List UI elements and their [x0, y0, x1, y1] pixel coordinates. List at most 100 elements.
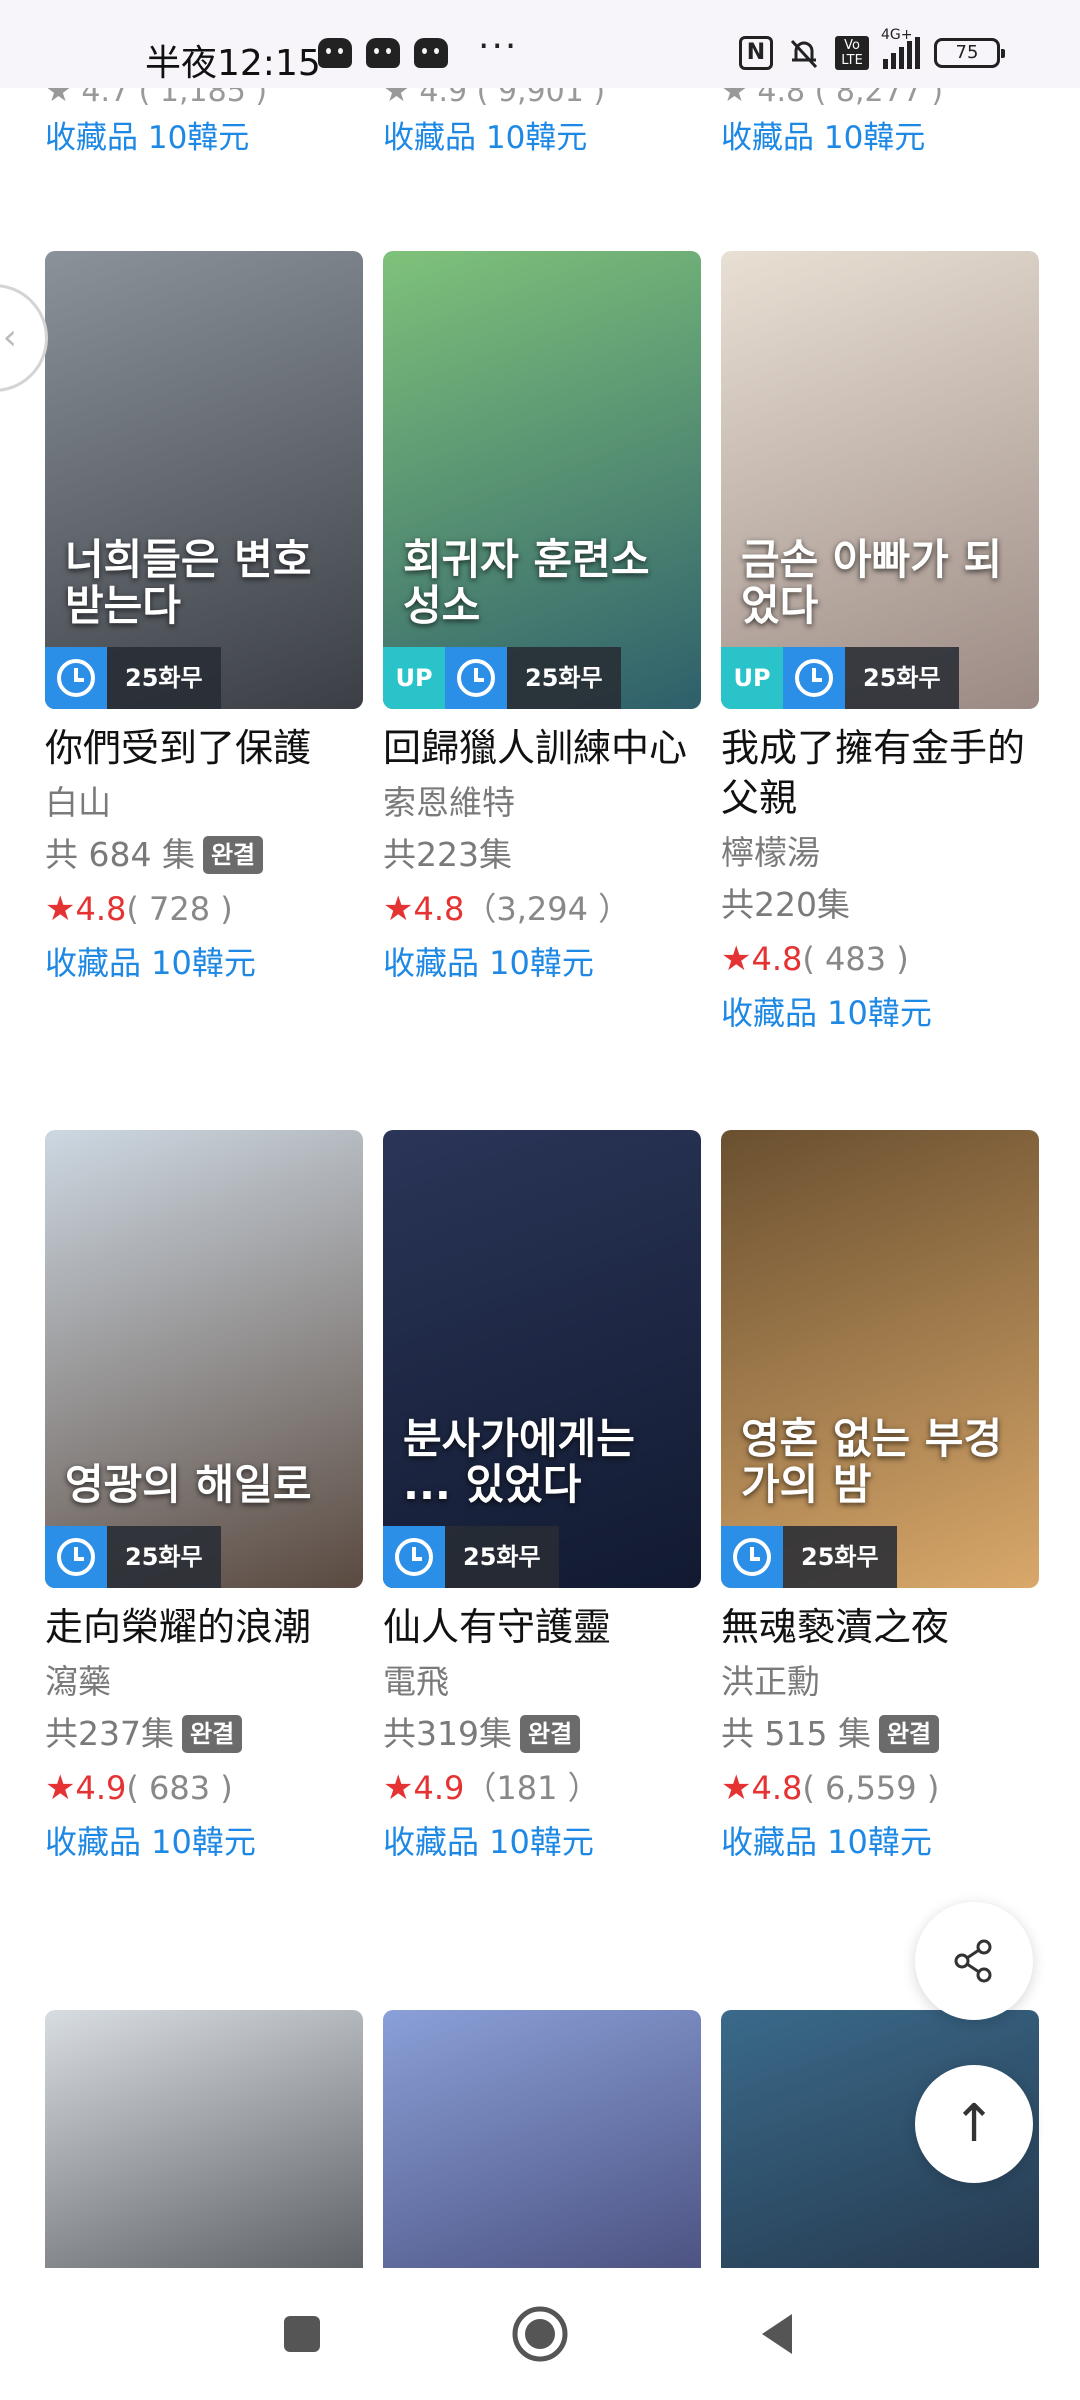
volte-icon: Vo LTE: [835, 36, 869, 70]
signal-icon: 4G+: [881, 27, 920, 69]
rating-score: 4.8: [751, 1769, 803, 1807]
novel-author: 洪正勳: [721, 1662, 820, 1701]
novel-card[interactable]: [383, 2010, 701, 2268]
cover-badges: 25화무: [45, 1526, 221, 1588]
rating: ★4.8（3,294 ）: [383, 887, 701, 931]
cover-image[interactable]: [383, 2010, 701, 2268]
battery-icon: 75: [934, 38, 1005, 68]
collect-price-link[interactable]: 收藏品 10韓元: [383, 1820, 701, 1864]
collect-price-link[interactable]: 收藏品 10韓元: [721, 112, 925, 157]
cover-art: [383, 1130, 701, 1588]
recents-button[interactable]: [270, 2302, 334, 2366]
novel-card[interactable]: 분사가에게는 ... 있었다 25화무 仙人有守護靈 電飛 共319集 완결 ★…: [383, 1130, 701, 1864]
cover-art: [45, 2010, 363, 2268]
cover-art: [721, 1130, 1039, 1588]
cover-image[interactable]: 너희들은 변호받는다 25화무: [45, 251, 363, 709]
cover-title-art: 영혼 없는 부경가의 밤: [741, 1413, 1003, 1509]
cover-art: [721, 251, 1039, 709]
rating: ★ 4.7 ( 1,185 ): [45, 88, 268, 109]
novel-title[interactable]: 仙人有守護靈: [383, 1602, 701, 1652]
episode-count: 共223集: [383, 833, 701, 877]
home-button[interactable]: [508, 2302, 572, 2366]
rating: ★4.8( 483 ): [721, 937, 1039, 981]
novel-title[interactable]: 無魂褻瀆之夜: [721, 1602, 1039, 1652]
scroll-to-top-button[interactable]: ↑: [915, 2065, 1033, 2183]
novel-card[interactable]: 금손 아빠가 되었다 UP 25화무 我成了擁有金手的父親 檸檬湯 共220集 …: [721, 251, 1039, 1035]
episode-count-text: 共223集: [383, 835, 512, 874]
cover-title-art: 금손 아빠가 되었다: [741, 534, 1003, 630]
novel-card[interactable]: 너희들은 변호받는다 25화무 你們受到了保護 白山 共 684 集 완결 ★4…: [45, 251, 363, 985]
free-episodes-badge: 25화무: [445, 1526, 559, 1588]
bell-muted-icon: [787, 36, 821, 70]
cover-image[interactable]: 회귀자 훈련소 성소 UP 25화무: [383, 251, 701, 709]
game-controller-icon-2: [414, 38, 448, 68]
review-count: ( 728 ): [126, 890, 233, 928]
status-time: 半夜12:15: [145, 43, 321, 84]
more-notifications-icon: ···: [478, 26, 519, 67]
review-count: ( 683 ): [126, 1769, 233, 1807]
star-icon: ★: [45, 889, 76, 929]
novel-card[interactable]: 영혼 없는 부경가의 밤 25화무 無魂褻瀆之夜 洪正勳 共 515 集 완결 …: [721, 1130, 1039, 1864]
star-icon: ★: [383, 889, 414, 929]
novel-card[interactable]: [45, 2010, 363, 2268]
cover-title-art: 너희들은 변호받는다: [65, 534, 312, 630]
cover-art: [383, 2010, 701, 2268]
episode-count-text: 共220集: [721, 885, 850, 924]
free-episodes-badge: 25화무: [107, 647, 221, 709]
novel-author: 瀉藥: [45, 1662, 111, 1701]
novel-title[interactable]: 我成了擁有金手的父親: [721, 723, 1039, 823]
collect-price-link[interactable]: 收藏品 10韓元: [383, 941, 701, 985]
episode-count: 共220集: [721, 883, 1039, 927]
up-badge: UP: [383, 647, 445, 709]
cover-badges: UP 25화무: [721, 647, 959, 709]
nfc-icon: N: [739, 36, 773, 70]
clock-icon: [45, 647, 107, 709]
clock-icon: [445, 647, 507, 709]
clock-icon: [783, 647, 845, 709]
network-type-label: 4G+: [881, 27, 913, 43]
review-count: （181 ）: [464, 1769, 600, 1807]
back-button[interactable]: [746, 2302, 810, 2366]
episode-count: 共 515 集 완결: [721, 1712, 1039, 1756]
rating: ★ 4.8 ( 8,277 ): [721, 88, 944, 109]
free-episodes-badge: 25화무: [107, 1526, 221, 1588]
side-drawer-handle[interactable]: ‹: [0, 284, 48, 392]
clock-icon: [721, 1526, 783, 1588]
collect-price-link[interactable]: 收藏品 10韓元: [383, 112, 587, 157]
status-system-icons: N Vo LTE 4G+ 75: [739, 27, 1005, 70]
partial-row: ★ 4.7 ( 1,185 ) 收藏品 10韓元 ★ 4.9 ( 9,901 )…: [0, 88, 1080, 208]
review-count: ( 483 ): [802, 940, 909, 978]
collect-price-link[interactable]: 收藏品 10韓元: [721, 1820, 1039, 1864]
novel-author: 檸檬湯: [721, 833, 820, 872]
collect-price-link[interactable]: 收藏品 10韓元: [721, 991, 1039, 1035]
cover-image[interactable]: 영혼 없는 부경가의 밤 25화무: [721, 1130, 1039, 1588]
collect-price-link[interactable]: 收藏品 10韓元: [45, 1820, 363, 1864]
novel-author: 索恩維特: [383, 783, 515, 822]
discord-icon: [366, 38, 400, 68]
novel-card[interactable]: 회귀자 훈련소 성소 UP 25화무 回歸獵人訓練中心 索恩維特 共223集 ★…: [383, 251, 701, 985]
cover-image[interactable]: 영광의 해일로 25화무: [45, 1130, 363, 1588]
cover-image[interactable]: 금손 아빠가 되었다 UP 25화무: [721, 251, 1039, 709]
cover-title-art: 영광의 해일로: [65, 1459, 312, 1509]
game-controller-icon: [318, 38, 352, 68]
review-count: （3,294 ）: [464, 890, 631, 928]
rating-score: 4.8: [413, 890, 465, 928]
cover-image[interactable]: [45, 2010, 363, 2268]
star-icon: ★: [721, 1768, 752, 1808]
episode-count-text: 共 515 集: [721, 1714, 871, 1753]
share-button[interactable]: [915, 1902, 1033, 2020]
novel-author: 電飛: [383, 1662, 449, 1701]
novel-title[interactable]: 你們受到了保護: [45, 723, 363, 773]
novel-title[interactable]: 走向榮耀的浪潮: [45, 1602, 363, 1652]
star-icon: ★: [45, 1768, 76, 1808]
clock-icon: [383, 1526, 445, 1588]
cover-title-art: 분사가에게는 ... 있었다: [403, 1413, 635, 1509]
clock-icon: [45, 1526, 107, 1588]
novel-title[interactable]: 回歸獵人訓練中心: [383, 723, 701, 773]
collect-price-link[interactable]: 收藏品 10韓元: [45, 941, 363, 985]
episode-count-text: 共 684 集: [45, 835, 195, 874]
collect-price-link[interactable]: 收藏品 10韓元: [45, 112, 249, 157]
episode-count: 共 684 集 완결: [45, 833, 363, 877]
novel-card[interactable]: 영광의 해일로 25화무 走向榮耀的浪潮 瀉藥 共237集 완결 ★4.9( 6…: [45, 1130, 363, 1864]
cover-image[interactable]: 분사가에게는 ... 있었다 25화무: [383, 1130, 701, 1588]
